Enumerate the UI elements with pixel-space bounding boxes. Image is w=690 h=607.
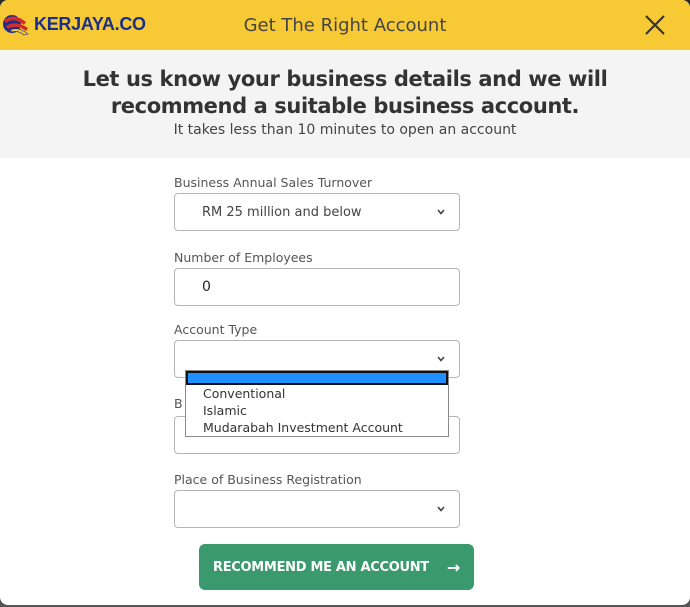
dropdown-option-islamic[interactable]: Islamic	[186, 402, 448, 419]
chevron-down-icon	[437, 209, 445, 215]
account-type-label: Account Type	[174, 322, 258, 337]
turnover-select[interactable]: RM 25 million and below	[174, 193, 460, 231]
employees-value: 0	[202, 279, 211, 295]
recommend-button-label: RECOMMEND ME AN ACCOUNT	[213, 559, 429, 575]
employees-label: Number of Employees	[174, 250, 313, 265]
turnover-label: Business Annual Sales Turnover	[174, 175, 373, 190]
dropdown-option-conventional[interactable]: Conventional	[186, 385, 448, 402]
chevron-down-icon	[437, 506, 445, 512]
employees-input[interactable]: 0	[174, 268, 460, 306]
kerjaya-logo[interactable]: KERJAYA.CO	[0, 10, 146, 38]
intro-section: Let us know your business details and we…	[0, 50, 690, 158]
business-field-label: B	[174, 396, 183, 411]
modal-title: Get The Right Account	[243, 14, 447, 36]
logo-text: KERJAYA.CO	[34, 13, 146, 34]
turnover-value: RM 25 million and below	[202, 205, 362, 220]
arrow-right-icon: →	[446, 557, 460, 577]
account-modal: KERJAYA.CO Get The Right Account Let us …	[0, 0, 690, 605]
account-type-dropdown[interactable]: Conventional Islamic Mudarabah Investmen…	[185, 370, 449, 437]
dropdown-option-mudarabah[interactable]: Mudarabah Investment Account	[186, 419, 448, 436]
logo-mark-icon	[3, 15, 29, 36]
recommend-account-button[interactable]: RECOMMEND ME AN ACCOUNT →	[199, 544, 474, 590]
intro-heading: Let us know your business details and we…	[82, 67, 608, 118]
registration-select[interactable]	[174, 490, 460, 528]
dropdown-option-blank[interactable]	[186, 371, 448, 385]
close-icon[interactable]	[642, 12, 668, 38]
registration-label: Place of Business Registration	[174, 472, 362, 487]
intro-subheading: It takes less than 10 minutes to open an…	[173, 122, 517, 138]
chevron-down-icon	[437, 356, 445, 362]
modal-header: KERJAYA.CO Get The Right Account	[0, 0, 690, 50]
